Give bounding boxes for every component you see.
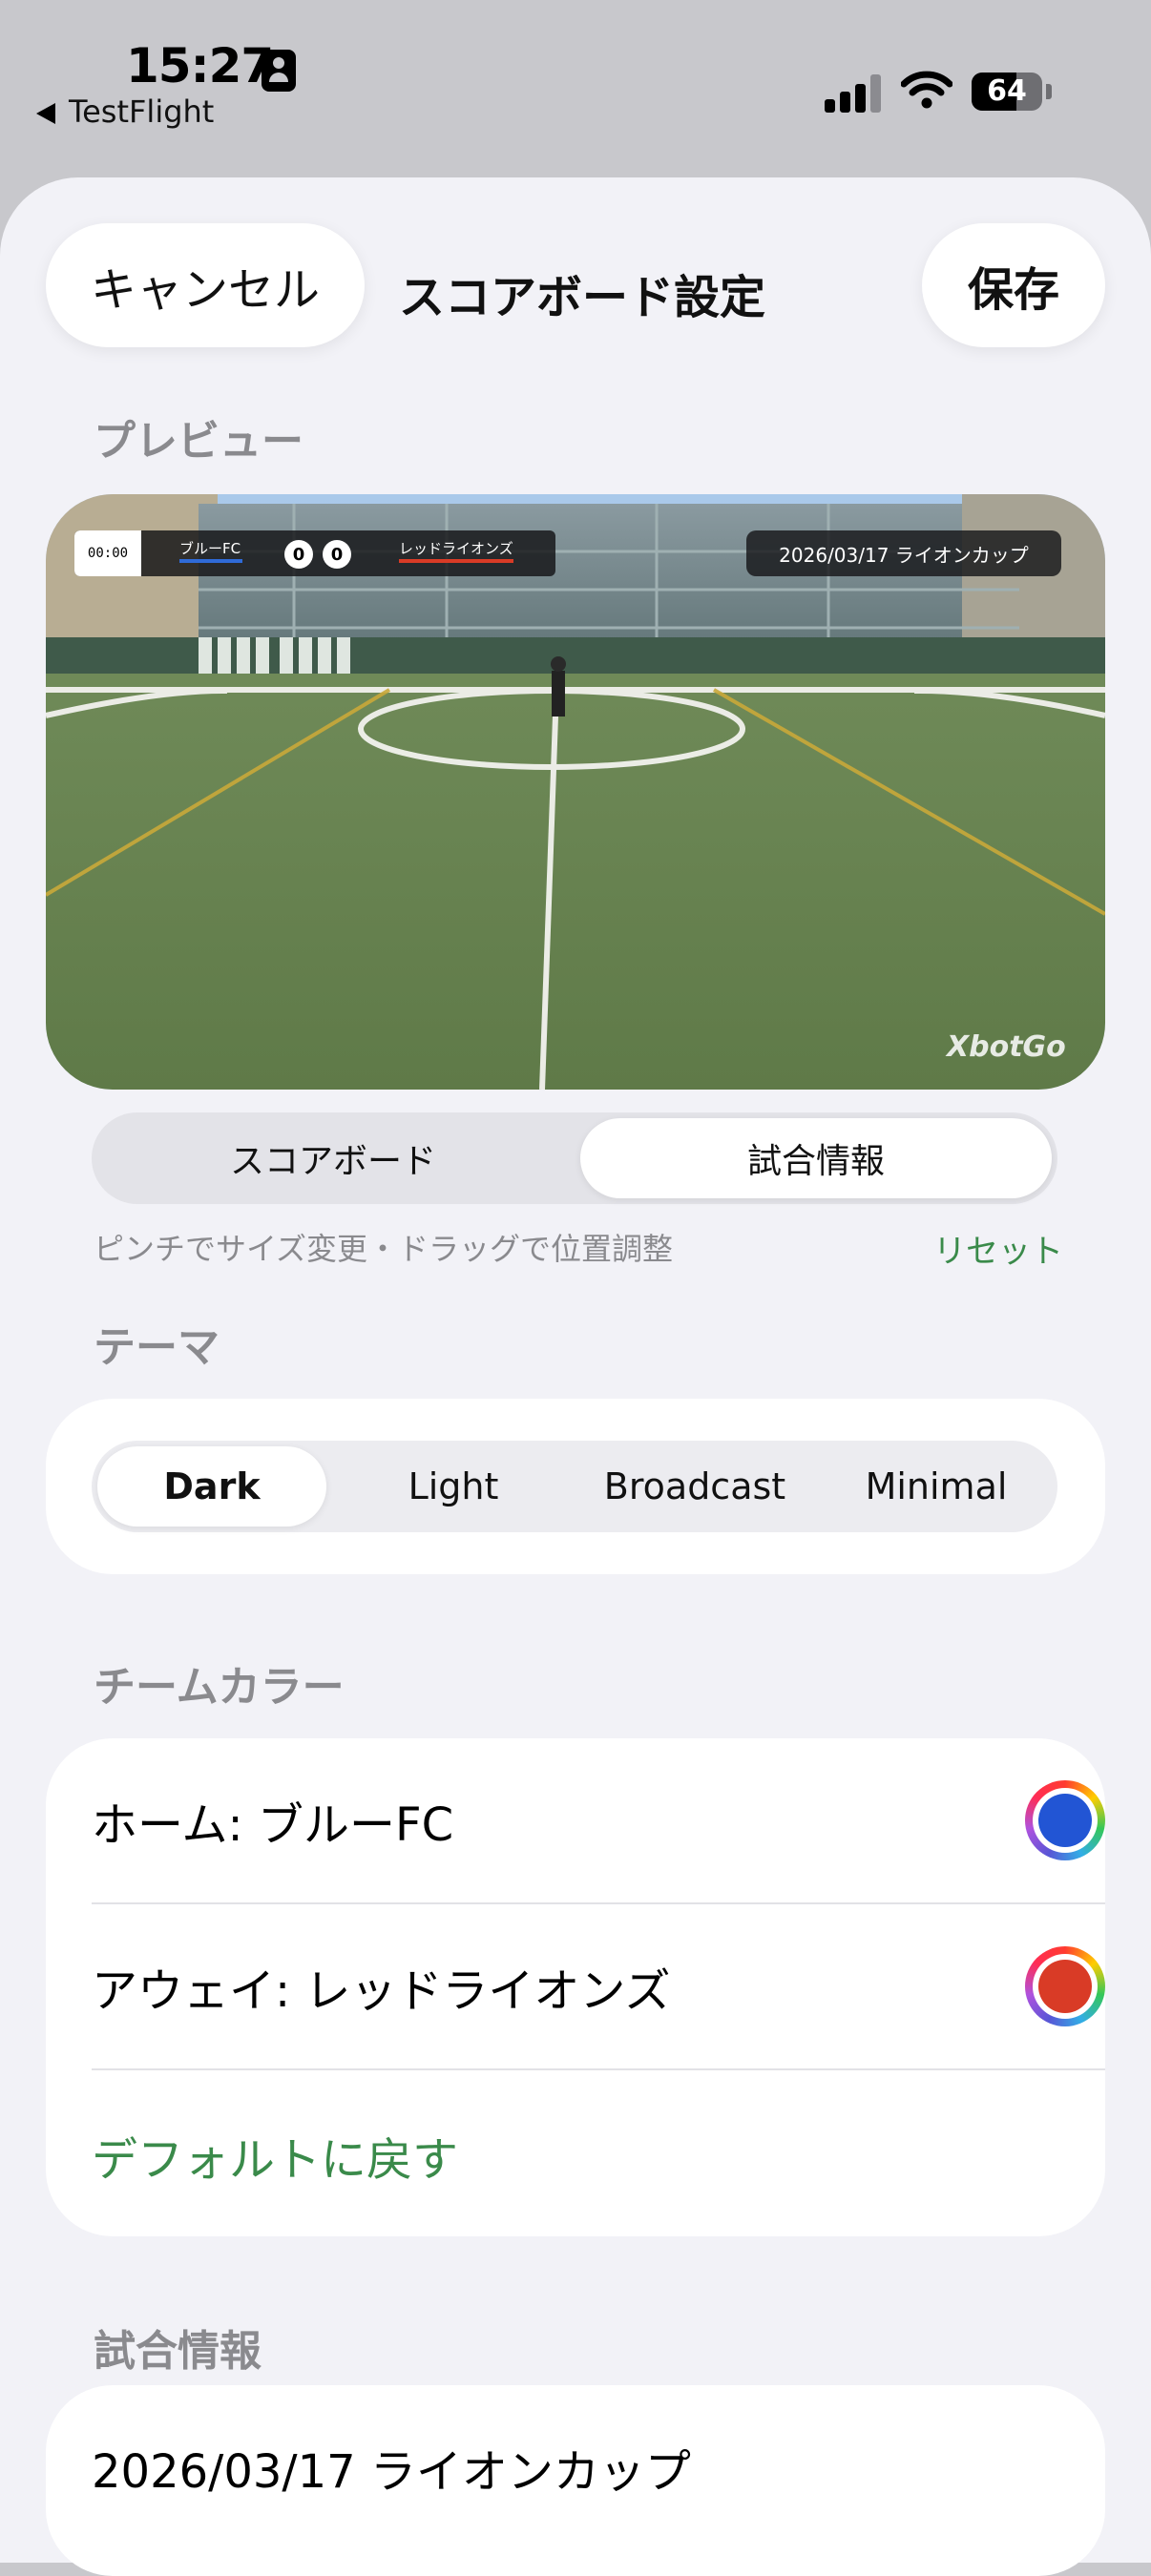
match-info-field[interactable]: 2026/03/17 ライオンカップ bbox=[92, 2385, 691, 2549]
match-info-card: 2026/03/17 ライオンカップ bbox=[46, 2385, 1105, 2576]
cellular-signal-icon bbox=[825, 74, 882, 113]
sheet-title: スコアボード設定 bbox=[399, 271, 766, 324]
away-team-name: レッドライオンズ bbox=[399, 540, 513, 557]
theme-option-light[interactable]: Light bbox=[339, 1446, 568, 1527]
settings-sheet: キャンセル スコアボード設定 保存 プレビュー 00:00 ブルーFC 0 0 … bbox=[0, 177, 1151, 2576]
battery-tip bbox=[1046, 84, 1052, 99]
save-button[interactable]: 保存 bbox=[922, 223, 1105, 347]
status-time: 15:27 bbox=[126, 38, 274, 93]
theme-card: Dark Light Broadcast Minimal bbox=[46, 1399, 1105, 1574]
id-card-icon bbox=[262, 50, 296, 92]
away-color-row[interactable]: アウェイ: レッドライオンズ bbox=[92, 1904, 1105, 2068]
away-color-label: アウェイ: レッドライオンズ bbox=[92, 1964, 671, 2018]
match-clock: 00:00 bbox=[74, 530, 141, 576]
back-to-app-label[interactable]: TestFlight bbox=[69, 93, 214, 130]
scoreboard-overlay[interactable]: 00:00 ブルーFC 0 0 レッドライオンズ bbox=[74, 530, 555, 576]
cancel-button[interactable]: キャンセル bbox=[46, 223, 365, 347]
theme-option-broadcast[interactable]: Broadcast bbox=[580, 1446, 809, 1527]
away-team-color-bar bbox=[399, 559, 513, 563]
preview-hint: ピンチでサイズ変更・ドラッグで位置調整 bbox=[94, 1231, 674, 1267]
preview-mode-segmented-control: スコアボード 試合情報 bbox=[92, 1112, 1057, 1204]
back-arrow-icon[interactable] bbox=[36, 103, 55, 124]
home-score: 0 bbox=[284, 540, 313, 569]
match-info-overlay[interactable]: 2026/03/17 ライオンカップ bbox=[746, 530, 1061, 576]
theme-segmented-control: Dark Light Broadcast Minimal bbox=[92, 1441, 1057, 1532]
away-score: 0 bbox=[323, 540, 351, 569]
reset-position-link[interactable]: リセット bbox=[933, 1225, 1063, 1272]
battery-percent: 64 bbox=[987, 74, 1027, 108]
home-team-name: ブルーFC bbox=[179, 540, 241, 557]
xbotgo-watermark: XbotGo bbox=[947, 1030, 1066, 1064]
scoreboard-preview[interactable]: 00:00 ブルーFC 0 0 レッドライオンズ 2026/03/17 ライオン… bbox=[46, 494, 1105, 1090]
theme-option-minimal[interactable]: Minimal bbox=[822, 1446, 1051, 1527]
home-color-picker[interactable] bbox=[1025, 1780, 1105, 1860]
home-team-color-bar bbox=[179, 559, 242, 563]
theme-option-dark[interactable]: Dark bbox=[97, 1446, 326, 1527]
home-color-row[interactable]: ホーム: ブルーFC bbox=[92, 1738, 1105, 1902]
divider bbox=[92, 2068, 1105, 2070]
field-photo bbox=[46, 494, 1105, 1090]
team-color-card: ホーム: ブルーFC アウェイ: レッドライオンズ デフォルトに戻す bbox=[46, 1738, 1105, 2236]
match-info-section-header: 試合情報 bbox=[94, 2327, 262, 2376]
tab-scoreboard[interactable]: スコアボード bbox=[97, 1118, 569, 1198]
reset-default-colors-button[interactable]: デフォルトに戻す bbox=[92, 2122, 458, 2189]
team-color-section-header: チームカラー bbox=[94, 1663, 345, 1712]
away-color-picker[interactable] bbox=[1025, 1946, 1105, 2026]
theme-section-header: テーマ bbox=[94, 1323, 220, 1372]
battery-icon: 64 bbox=[972, 73, 1042, 111]
wifi-icon bbox=[901, 71, 952, 109]
away-color-swatch bbox=[1038, 1960, 1092, 2013]
home-color-swatch bbox=[1038, 1794, 1092, 1847]
tab-match-info[interactable]: 試合情報 bbox=[580, 1118, 1052, 1198]
home-color-label: ホーム: ブルーFC bbox=[92, 1798, 454, 1852]
preview-section-header: プレビュー bbox=[94, 417, 303, 466]
